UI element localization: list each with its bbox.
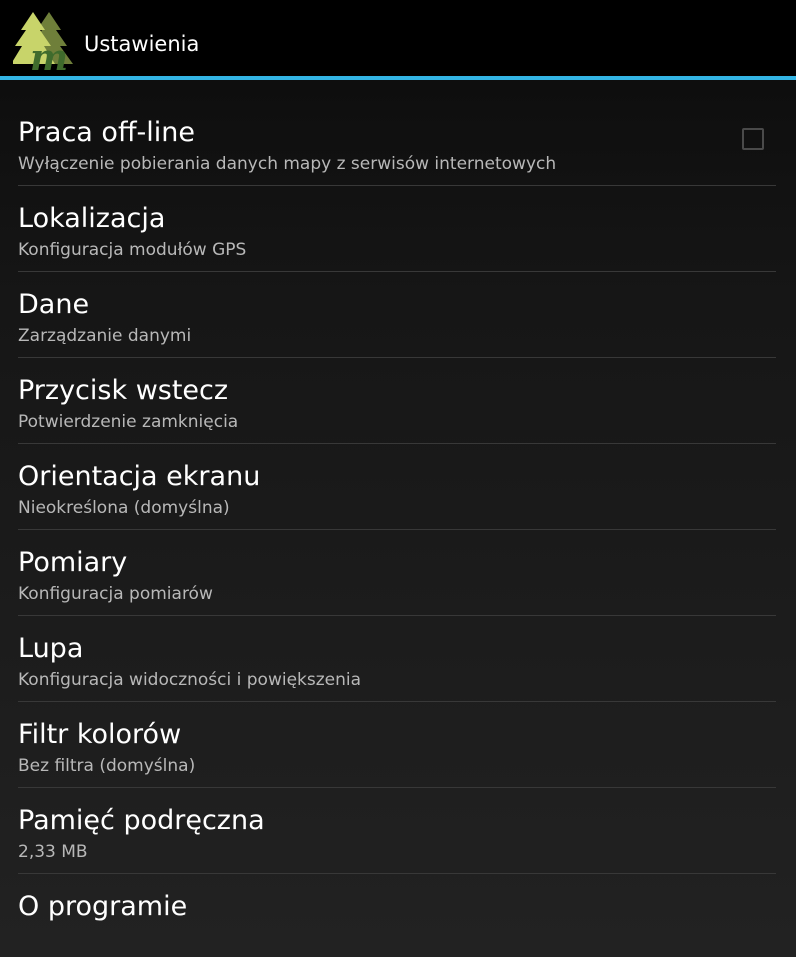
pref-location[interactable]: Lokalizacja Konfiguracja modułów GPS [0,186,776,272]
action-bar-title: Ustawienia [84,32,200,56]
settings-screen: m Ustawienia Praca off-line Wyłączenie p… [0,0,796,957]
pref-summary: Konfiguracja pomiarów [18,584,213,604]
pref-back-button[interactable]: Przycisk wstecz Potwierdzenie zamknięcia [0,358,776,444]
pref-summary: Konfiguracja widoczności i powiększenia [18,670,362,690]
app-logo-icon[interactable]: m [11,10,77,79]
pref-summary: Nieokreślona (domyślna) [18,498,230,518]
pref-title: Praca off-line [18,117,196,148]
pref-title: Lupa [18,633,84,664]
pref-summary: Bez filtra (domyślna) [18,756,196,776]
svg-text:m: m [30,37,68,74]
pref-title: Pamięć podręczna [18,805,265,836]
pref-summary: Zarządzanie danymi [18,326,192,346]
pref-color-filter[interactable]: Filtr kolorów Bez filtra (domyślna) [0,702,776,788]
action-bar-divider [0,76,796,80]
pref-title: Dane [18,289,90,320]
pref-title: Przycisk wstecz [18,375,229,406]
pref-magnifier[interactable]: Lupa Konfiguracja widoczności i powiększ… [0,616,776,702]
offline-checkbox[interactable] [742,128,764,150]
pref-title: Lokalizacja [18,203,166,234]
pref-title: O programie [18,891,188,922]
pref-data[interactable]: Dane Zarządzanie danymi [0,272,776,358]
pref-about[interactable]: O programie [0,874,776,957]
pref-summary: Potwierdzenie zamknięcia [18,412,239,432]
action-bar: m Ustawienia [0,0,796,80]
pref-cache[interactable]: Pamięć podręczna 2,33 MB [0,788,776,874]
pref-offline-mode[interactable]: Praca off-line Wyłączenie pobierania dan… [0,100,776,186]
pref-title: Orientacja ekranu [18,461,261,492]
preferences-list: Praca off-line Wyłączenie pobierania dan… [0,100,796,957]
pref-summary: Konfiguracja modułów GPS [18,240,247,260]
pref-measurements[interactable]: Pomiary Konfiguracja pomiarów [0,530,776,616]
pref-title: Pomiary [18,547,128,578]
pref-screen-orientation[interactable]: Orientacja ekranu Nieokreślona (domyślna… [0,444,776,530]
pref-title: Filtr kolorów [18,719,182,750]
pref-summary: Wyłączenie pobierania danych mapy z serw… [18,154,557,174]
pref-summary: 2,33 MB [18,842,88,862]
